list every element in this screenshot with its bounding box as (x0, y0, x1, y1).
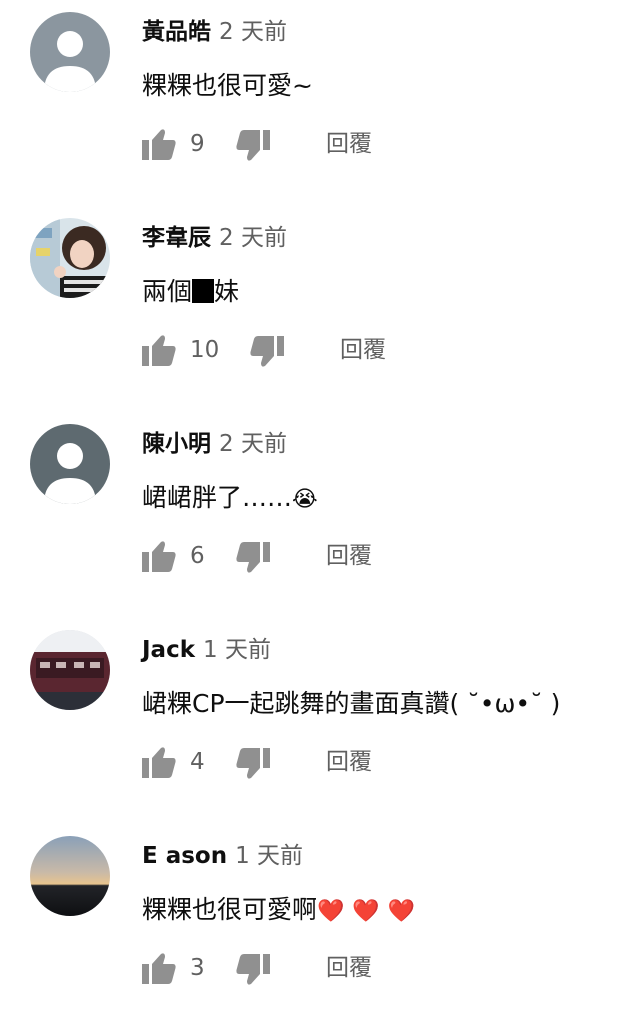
like-count: 3 (190, 955, 205, 981)
comment-item: E ason 1 天前 粿粿也很可愛啊❤️ ❤️ ❤️ 3 回覆 (0, 824, 634, 1030)
thumbs-up-icon[interactable] (142, 952, 176, 984)
comment-header: 陳小明 2 天前 (142, 426, 287, 462)
comment-item: 陳小明 2 天前 峮峮胖了……😭 6 回覆 (0, 412, 634, 618)
default-avatar-icon (30, 12, 110, 92)
comment-text: 峮峮胖了……😭 (142, 478, 318, 518)
comment-actions: 3 回覆 (142, 948, 562, 988)
thumbs-down-icon[interactable] (236, 542, 270, 574)
photo-avatar-icon (30, 836, 110, 916)
photo-avatar-icon (30, 630, 110, 710)
author-name[interactable]: 黃品皓 (142, 19, 211, 45)
heart-icon: ❤️ (317, 899, 345, 924)
author-name[interactable]: 李韋辰 (142, 225, 211, 251)
thumbs-up-icon[interactable] (142, 334, 176, 366)
thumbs-down-icon[interactable] (236, 130, 270, 162)
comment-text: 粿粿也很可愛啊❤️ ❤️ ❤️ (142, 890, 415, 930)
comment-header: 黃品皓 2 天前 (142, 14, 287, 50)
photo-avatar-icon (30, 218, 110, 298)
thumbs-down-icon[interactable] (250, 336, 284, 368)
comment-header: 李韋辰 2 天前 (142, 220, 287, 256)
comment-header: E ason 1 天前 (142, 838, 303, 874)
thumbs-down-icon[interactable] (236, 954, 270, 986)
reply-button[interactable]: 回覆 (326, 536, 372, 576)
comment-actions: 9 回覆 (142, 124, 562, 164)
reply-button[interactable]: 回覆 (340, 330, 386, 370)
reply-button[interactable]: 回覆 (326, 948, 372, 988)
author-name[interactable]: 陳小明 (142, 431, 211, 457)
author-name[interactable]: Jack (142, 637, 195, 663)
comment-time[interactable]: 1 天前 (203, 637, 271, 663)
comment-actions: 4 回覆 (142, 742, 562, 782)
comment-item: 黃品皓 2 天前 粿粿也很可愛~ 9 回覆 (0, 0, 634, 206)
comment-time[interactable]: 1 天前 (235, 843, 303, 869)
comment-time[interactable]: 2 天前 (219, 225, 287, 251)
comment-item: Jack 1 天前 峮粿CP一起跳舞的畫面真讚( ˘•ω•˘ ) 4 回覆 (0, 618, 634, 824)
comment-text-part: 粿粿也很可愛啊 (142, 895, 318, 924)
avatar[interactable] (30, 12, 110, 92)
heart-icon: ❤️ (387, 899, 416, 924)
avatar[interactable] (30, 836, 110, 916)
thumbs-up-icon[interactable] (142, 128, 176, 160)
comment-text: 粿粿也很可愛~ (142, 71, 313, 100)
comment-time[interactable]: 2 天前 (219, 431, 287, 457)
comment-time[interactable]: 2 天前 (219, 19, 287, 45)
comment-actions: 6 回覆 (142, 536, 562, 576)
avatar[interactable] (30, 424, 110, 504)
like-count: 4 (190, 749, 205, 775)
comment-text-part: 兩個 (142, 277, 193, 306)
default-avatar-icon (30, 424, 110, 504)
like-count: 6 (190, 543, 205, 569)
comment-actions: 10 回覆 (142, 330, 562, 370)
comment-header: Jack 1 天前 (142, 632, 271, 668)
censor-block (192, 279, 215, 303)
comment-text-part: 妹 (214, 277, 240, 306)
reply-button[interactable]: 回覆 (326, 742, 372, 782)
comment-text-part: 峮峮胖了…… (142, 483, 293, 512)
heart-icon: ❤️ (352, 899, 380, 924)
like-count: 9 (190, 131, 205, 157)
reply-button[interactable]: 回覆 (326, 124, 372, 164)
author-name[interactable]: E ason (142, 843, 227, 869)
comment-text: 兩個妹 (142, 272, 239, 312)
avatar[interactable] (30, 630, 110, 710)
thumbs-up-icon[interactable] (142, 746, 176, 778)
like-count: 10 (190, 337, 220, 363)
thumbs-up-icon[interactable] (142, 540, 176, 572)
comment-item: 李韋辰 2 天前 兩個妹 10 回覆 (0, 206, 634, 412)
avatar[interactable] (30, 218, 110, 298)
crying-emoji-icon: 😭 (292, 487, 318, 512)
thumbs-down-icon[interactable] (236, 748, 270, 780)
comment-text: 峮粿CP一起跳舞的畫面真讚( ˘•ω•˘ ) (142, 689, 561, 718)
